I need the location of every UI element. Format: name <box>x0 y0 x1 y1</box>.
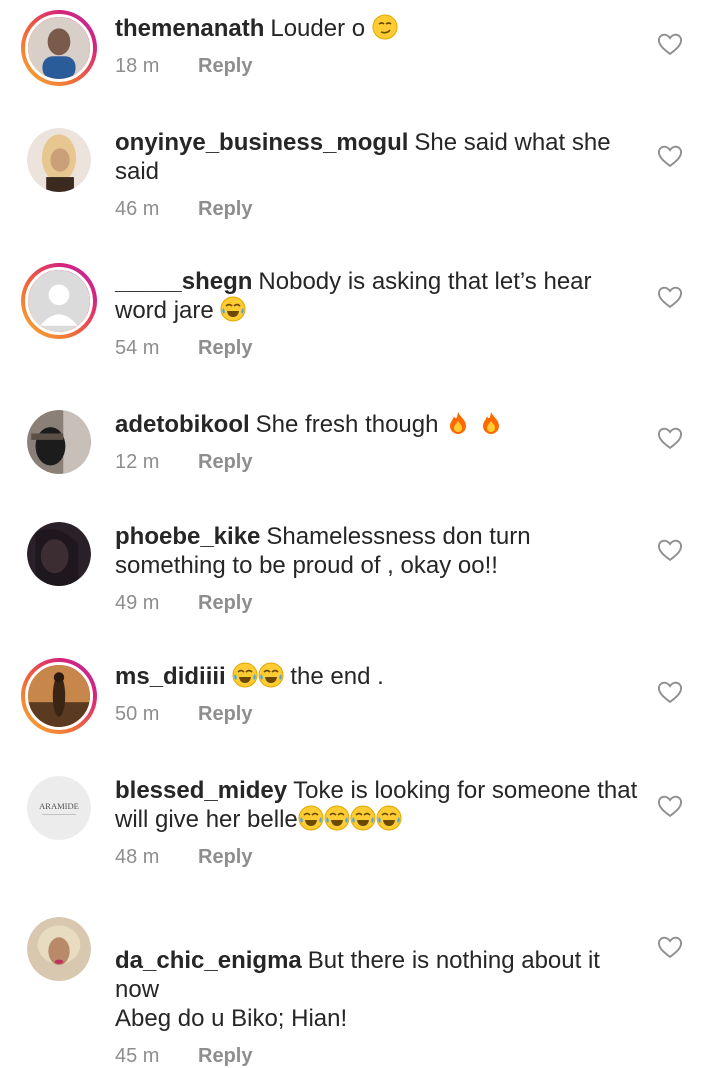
avatar[interactable] <box>21 263 97 339</box>
avatar[interactable] <box>27 522 91 586</box>
username-link[interactable]: ms_didiiii <box>115 663 226 690</box>
comment-text: blessed_midey Toke is looking for someone… <box>115 776 645 834</box>
avatar[interactable] <box>27 410 91 474</box>
comment-meta: 18 m Reply <box>115 55 645 78</box>
tears-of-joy-emoji-icon <box>324 805 350 831</box>
heart-outline-icon[interactable] <box>656 933 684 961</box>
heart-outline-icon[interactable] <box>656 536 684 564</box>
timestamp: 54 m <box>115 337 160 359</box>
comment-meta: 45 m Reply <box>115 1045 645 1068</box>
timestamp: 48 m <box>115 846 160 868</box>
comment-meta: 54 m Reply <box>115 337 645 360</box>
heart-outline-icon[interactable] <box>656 678 684 706</box>
comment-text: _____shegn Nobody is asking that let’s he… <box>115 267 645 325</box>
tears-of-joy-emoji-icon <box>220 296 246 322</box>
comment-text: ms_didiiii the end . <box>115 662 645 691</box>
avatar[interactable] <box>21 658 97 734</box>
fire-emoji-icon <box>482 412 499 434</box>
avatar[interactable]: ARAMIDE <box>27 776 91 840</box>
comment-text: phoebe_kike Shamelessness don turn someth… <box>115 522 645 580</box>
timestamp: 50 m <box>115 703 160 725</box>
timestamp: 12 m <box>115 451 160 473</box>
reply-button[interactable]: Reply <box>198 451 252 474</box>
reply-button[interactable]: Reply <box>198 846 252 869</box>
comment-meta: 49 m Reply <box>115 592 645 615</box>
comment-text: onyinye_business_mogul She said what she … <box>115 128 645 186</box>
reply-button[interactable]: Reply <box>198 198 252 221</box>
comment-meta: 46 m Reply <box>115 198 645 221</box>
reply-button[interactable]: Reply <box>198 592 252 615</box>
comments-list: themenanath Louder o 18 m Reply onyinye_b… <box>0 0 720 1067</box>
heart-outline-icon[interactable] <box>656 30 684 58</box>
timestamp: 49 m <box>115 592 160 614</box>
fire-emoji-icon <box>450 412 467 434</box>
heart-outline-icon[interactable] <box>656 424 684 452</box>
comment-meta: 48 m Reply <box>115 846 645 869</box>
reply-button[interactable]: Reply <box>198 1045 252 1068</box>
timestamp: 18 m <box>115 55 160 77</box>
smirking-face-emoji-icon <box>372 14 398 40</box>
reply-button[interactable]: Reply <box>198 337 252 360</box>
tears-of-joy-emoji-icon <box>232 662 258 688</box>
username-link[interactable]: onyinye_business_mogul <box>115 129 408 156</box>
tears-of-joy-emoji-icon <box>298 805 324 831</box>
heart-outline-icon[interactable] <box>656 142 684 170</box>
comment-text: adetobikool She fresh though <box>115 410 645 439</box>
comment-meta: 50 m Reply <box>115 703 645 726</box>
username-link[interactable]: adetobikool <box>115 411 250 438</box>
timestamp: 45 m <box>115 1045 160 1067</box>
username-link[interactable]: da_chic_enigma <box>115 947 302 974</box>
comment-body: Louder o <box>270 15 372 42</box>
timestamp: 46 m <box>115 198 160 220</box>
tears-of-joy-emoji-icon <box>350 805 376 831</box>
username-link[interactable]: _____shegn <box>115 268 252 295</box>
comment-text: themenanath Louder o <box>115 14 645 43</box>
reply-button[interactable]: Reply <box>198 703 252 726</box>
avatar[interactable] <box>27 917 91 981</box>
comment-body: She fresh though <box>255 411 446 438</box>
tears-of-joy-emoji-icon <box>258 662 284 688</box>
username-link[interactable]: themenanath <box>115 15 264 42</box>
avatar[interactable] <box>21 10 97 86</box>
avatar[interactable] <box>27 128 91 192</box>
username-link[interactable]: blessed_midey <box>115 777 287 804</box>
reply-button[interactable]: Reply <box>198 55 252 78</box>
heart-outline-icon[interactable] <box>656 792 684 820</box>
comment-text: da_chic_enigma But there is nothing about… <box>115 917 645 1033</box>
heart-outline-icon[interactable] <box>656 283 684 311</box>
comment-meta: 12 m Reply <box>115 451 645 474</box>
avatar-logo-text: ARAMIDE <box>39 801 79 811</box>
username-link[interactable]: phoebe_kike <box>115 523 260 550</box>
tears-of-joy-emoji-icon <box>376 805 402 831</box>
comment-body: the end . <box>283 663 384 690</box>
